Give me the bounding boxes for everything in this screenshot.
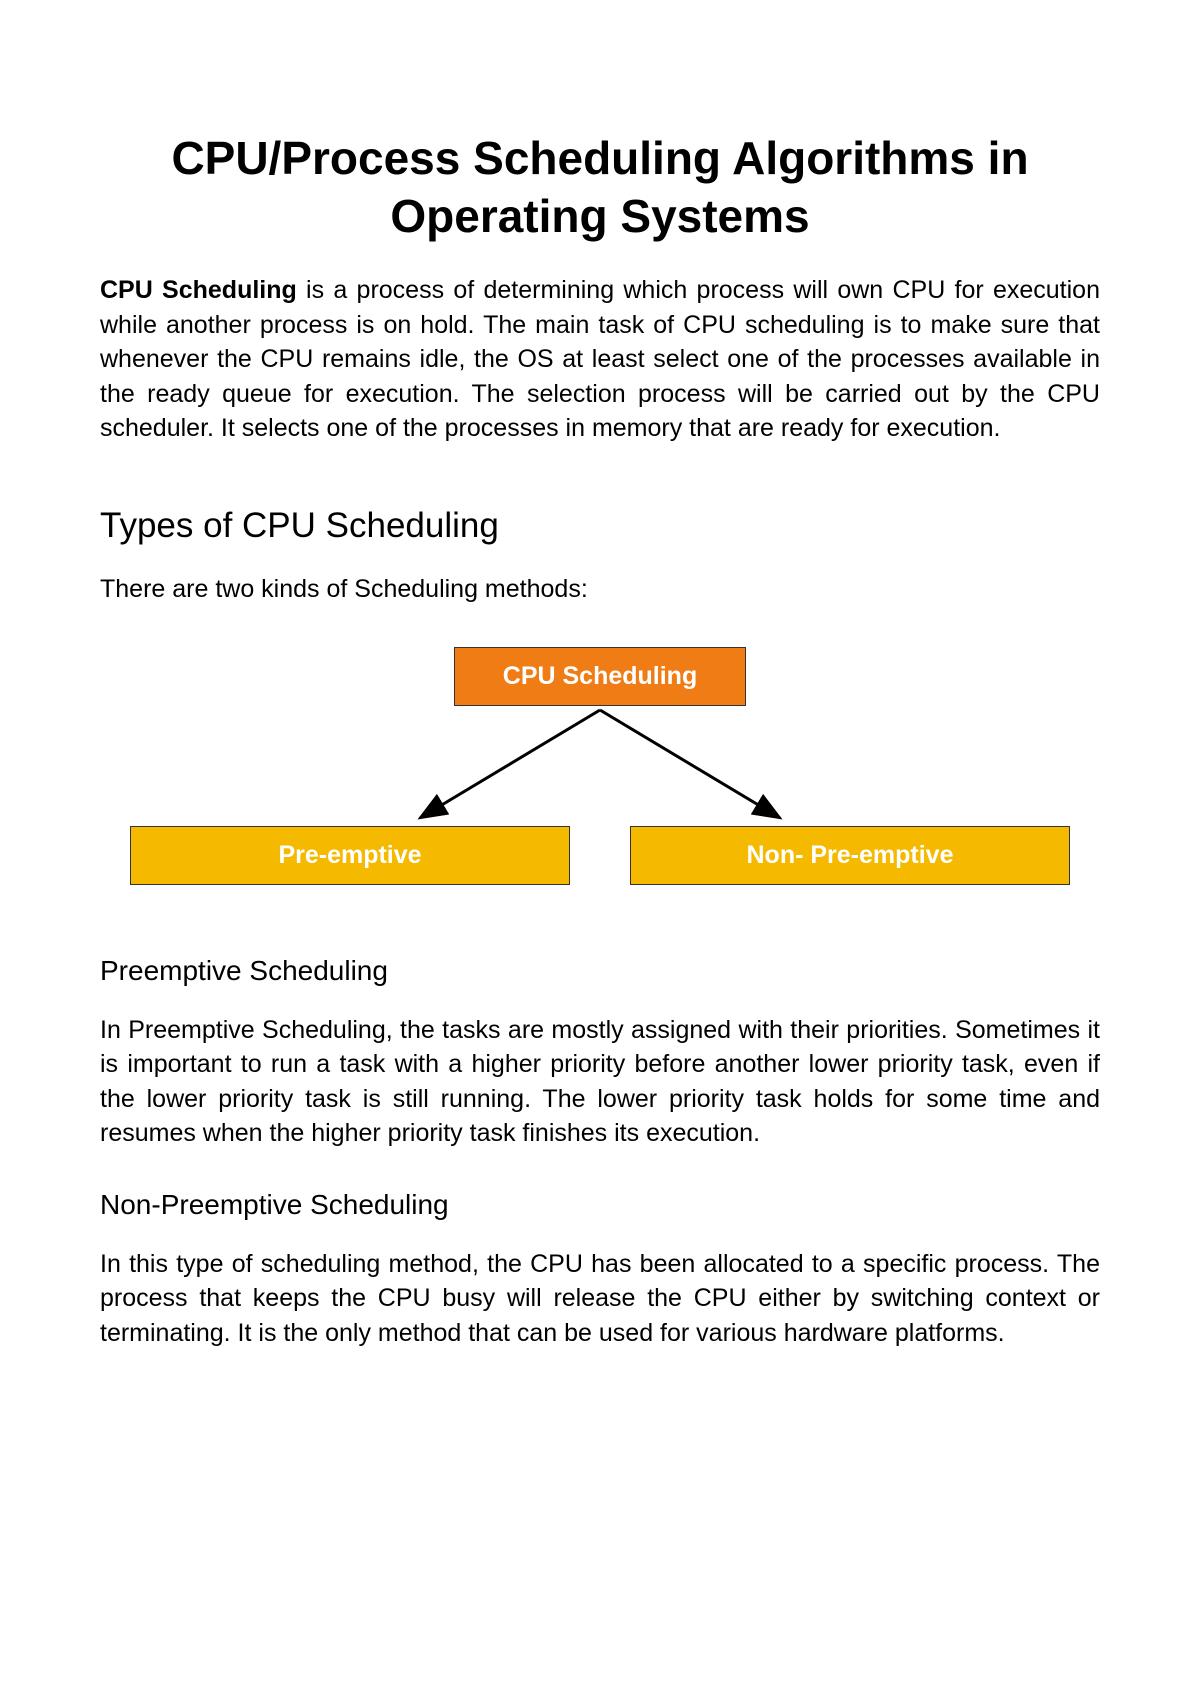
scheduling-diagram: CPU Scheduling Pre-emptive Non- Pre-empt…: [100, 647, 1100, 885]
types-heading: Types of CPU Scheduling: [100, 506, 1100, 546]
intro-paragraph: CPU Scheduling is a process of determini…: [100, 273, 1100, 446]
nonpreemptive-heading: Non-Preemptive Scheduling: [100, 1189, 1100, 1221]
diagram-arrows: [320, 706, 880, 826]
nonpreemptive-body: In this type of scheduling method, the C…: [100, 1247, 1100, 1351]
preemptive-heading: Preemptive Scheduling: [100, 955, 1100, 987]
diagram-root-box: CPU Scheduling: [454, 647, 746, 706]
diagram-preemptive-box: Pre-emptive: [130, 826, 570, 885]
types-subtitle: There are two kinds of Scheduling method…: [100, 572, 1100, 607]
preemptive-body: In Preemptive Scheduling, the tasks are …: [100, 1013, 1100, 1151]
diagram-nonpreemptive-box: Non- Pre-emptive: [630, 826, 1070, 885]
page-title: CPU/Process Scheduling Algorithms in Ope…: [100, 130, 1100, 245]
intro-bold: CPU Scheduling: [100, 276, 297, 304]
diagram-children: Pre-emptive Non- Pre-emptive: [100, 826, 1100, 885]
